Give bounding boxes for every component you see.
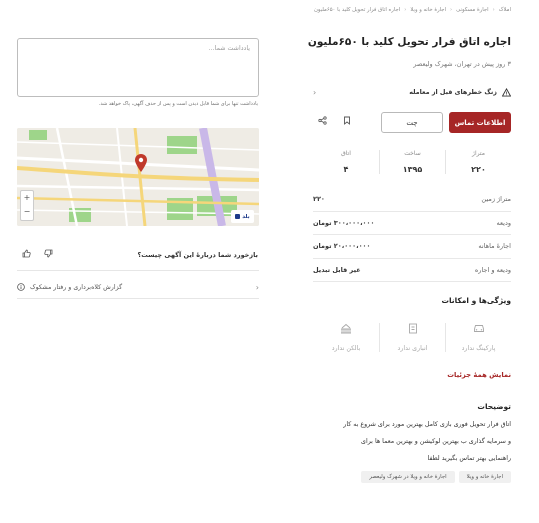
breadcrumb-item: اجاره اتاق فرار تحویل کلید با ۶۵۰ملیون: [314, 7, 401, 13]
risk-label: زنگ خطرهای قبل از معامله: [409, 88, 497, 96]
description-text: اتاق فرار تحویل فوری بازی کامل بهترین مو…: [299, 416, 511, 467]
thumbs-up-icon[interactable]: [22, 249, 31, 261]
show-all-details-link[interactable]: نمایش همهٔ جزئیات: [447, 371, 511, 379]
note-placeholder: یادداشت شما...: [208, 45, 250, 52]
divider: [17, 298, 259, 299]
description-line: و سرمایه گذاری ب بهترین لوکیشن و بهترین …: [361, 438, 511, 445]
info-value: ۲۲۰: [313, 195, 325, 204]
info-value: ۳۰۰،۰۰۰،۰۰۰ تومان: [313, 218, 375, 227]
note-hint: یادداشت تنها برای شما قابل دیدن است و پس…: [98, 101, 258, 107]
page-title: اجاره اتاق فرار تحویل کلید با ۶۵۰ملیون: [307, 36, 511, 48]
contact-info-button[interactable]: اطلاعات تماس: [449, 112, 511, 133]
feature-storage: انباری ندارد: [379, 323, 445, 352]
post-meta: ۳ روز پیش در تهران، شهرک ولیعصر: [413, 60, 511, 68]
breadcrumb-item[interactable]: اجارهٔ خانه و ویلا: [410, 7, 446, 13]
chevron-left-icon: ‹: [255, 282, 259, 292]
feedback-question: بازخورد شما دربارهٔ این آگهی چیست؟: [137, 251, 258, 259]
tag-chip[interactable]: اجارهٔ خانه و ویلا: [458, 471, 511, 483]
info-row: ودیعه و اجاره غیر قابل تبدیل: [313, 259, 511, 282]
car-icon: [446, 323, 511, 337]
map-provider-badge: بلد: [231, 210, 254, 223]
feature-balcony: بالکن ندارد: [313, 323, 379, 352]
bookmark-icon[interactable]: [343, 116, 351, 127]
report-fraud-row[interactable]: ‹ گزارش کلاه‌برداری و رفتار مشکوک: [17, 280, 259, 294]
description-line: اتاق فرار تحویل فوری بازی کامل بهترین مو…: [343, 421, 511, 428]
risk-warning-row[interactable]: زنگ خطرهای قبل از معامله ‹: [313, 84, 511, 100]
storage-icon: [380, 323, 445, 337]
chevron-left-icon: ‹: [313, 87, 317, 97]
feature-label: بالکن ندارد: [331, 345, 361, 352]
stat-value: ۴: [343, 165, 349, 174]
description-title: توضیحات: [477, 402, 511, 411]
info-table: متراژ زمین ۲۲۰ ودیعه ۳۰۰،۰۰۰،۰۰۰ تومان ا…: [313, 188, 511, 282]
stat-area: متراژ ۲۲۰: [445, 150, 511, 174]
share-icon[interactable]: [318, 116, 327, 127]
tags: اجارهٔ خانه و ویلا اجارهٔ خانه و ویلا در…: [361, 471, 511, 483]
stat-label: اتاق: [341, 150, 351, 157]
chat-button[interactable]: چت: [381, 112, 443, 133]
stat-label: ساخت: [404, 150, 421, 157]
key-stats: متراژ ۲۲۰ ساخت ۱۳۹۵ اتاق ۴: [313, 150, 511, 174]
map-canvas: [17, 128, 259, 226]
location-map[interactable]: [17, 128, 259, 226]
info-row: متراژ زمین ۲۲۰: [313, 188, 511, 212]
info-value: ۲۰،۰۰۰،۰۰۰ تومان: [313, 242, 371, 251]
features-title: ویژگی‌ها و امکانات: [441, 296, 511, 305]
info-key: متراژ زمین: [481, 195, 511, 204]
zoom-out-icon[interactable]: −: [21, 205, 33, 219]
note-textarea[interactable]: یادداشت شما...: [17, 38, 259, 97]
stat-build-year: ساخت ۱۳۹۵: [379, 150, 445, 174]
info-row: ودیعه ۳۰۰،۰۰۰،۰۰۰ تومان: [313, 212, 511, 235]
info-key: اجارهٔ ماهانه: [478, 242, 511, 251]
divider: [17, 270, 259, 271]
tag-chip[interactable]: اجارهٔ خانه و ویلا در شهرک ولیعصر: [361, 471, 455, 483]
zoom-in-icon[interactable]: +: [21, 191, 33, 205]
map-provider-logo-icon: [235, 214, 241, 219]
thumbs-down-icon[interactable]: [44, 249, 53, 261]
breadcrumb-item[interactable]: اجارهٔ مسکونی: [456, 7, 489, 13]
description-line: راهنمایی بهتر تماس بگیرید لطفا: [427, 455, 511, 462]
info-row: اجارهٔ ماهانه ۲۰،۰۰۰،۰۰۰ تومان: [313, 235, 511, 259]
map-zoom-control[interactable]: + −: [20, 190, 34, 221]
info-value: غیر قابل تبدیل: [313, 265, 361, 274]
info-key: ودیعه و اجاره: [474, 265, 511, 274]
stat-value: ۱۳۹۵: [402, 165, 423, 174]
map-pin-icon: [135, 154, 147, 174]
map-provider-label: بلد: [242, 213, 250, 220]
features-list: پارکینگ ندارد انباری ندارد بالکن ندارد: [313, 323, 511, 352]
feature-parking: پارکینگ ندارد: [445, 323, 511, 352]
info-key: ودیعه: [496, 218, 511, 227]
feature-label: پارکینگ ندارد: [461, 345, 496, 352]
warning-icon: [502, 87, 511, 97]
stat-label: متراژ: [472, 150, 485, 157]
feature-label: انباری ندارد: [397, 345, 428, 352]
breadcrumb-item[interactable]: املاک: [499, 7, 511, 13]
info-circle-icon: [17, 283, 25, 291]
stat-rooms: اتاق ۴: [313, 150, 379, 174]
breadcrumb: املاک ‹ اجارهٔ مسکونی ‹ اجارهٔ خانه و ویلا…: [314, 7, 511, 13]
balcony-icon: [313, 323, 379, 337]
stat-value: ۲۲۰: [471, 165, 486, 174]
report-label: گزارش کلاه‌برداری و رفتار مشکوک: [30, 283, 123, 291]
